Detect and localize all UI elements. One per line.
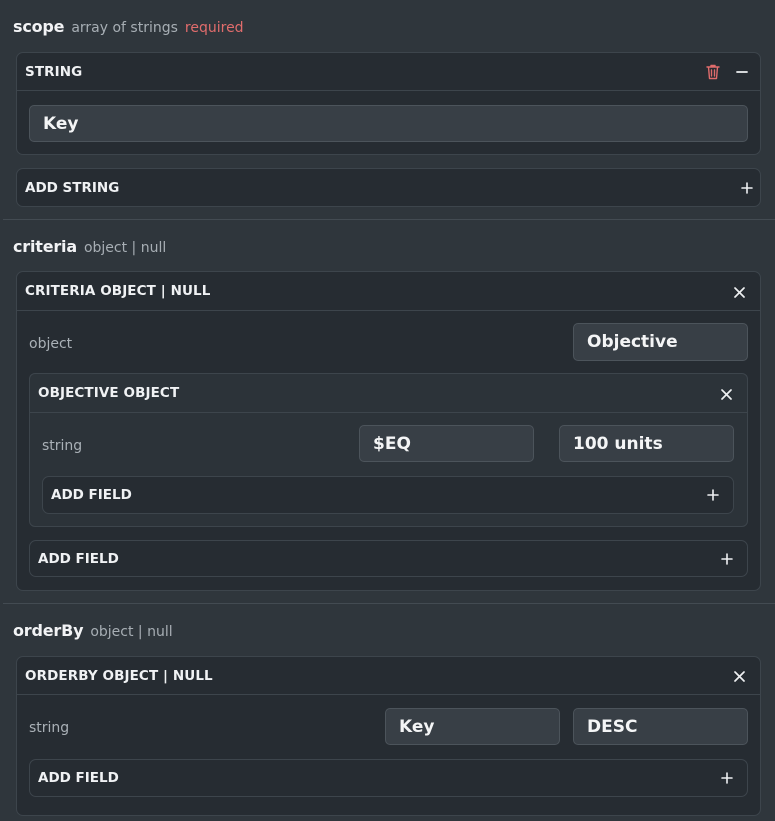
- criteria-card: CRITERIA OBJECT | NULL object Objective …: [16, 271, 761, 591]
- close-icon[interactable]: [730, 283, 748, 301]
- scope-value-input[interactable]: Key: [29, 105, 748, 142]
- card-title: ORDERBY OBJECT | NULL: [25, 667, 213, 684]
- add-field-button[interactable]: ADD FIELD: [29, 540, 748, 577]
- param-type: array of strings: [71, 20, 178, 36]
- param-name: scope: [13, 17, 65, 36]
- plus-icon: [707, 489, 719, 501]
- close-icon[interactable]: [717, 385, 735, 403]
- criteria-card-header: CRITERIA OBJECT | NULL: [17, 272, 760, 311]
- add-field-button[interactable]: ADD FIELD: [42, 476, 734, 514]
- param-name: criteria: [13, 237, 77, 256]
- criteria-header: criteria object | null: [13, 237, 166, 256]
- objective-object-card: OBJECTIVE OBJECT string $EQ 100 units AD…: [29, 373, 748, 527]
- add-string-button[interactable]: ADD STRING: [16, 168, 761, 207]
- close-icon[interactable]: [730, 667, 748, 685]
- orderby-key-input[interactable]: Key: [385, 708, 560, 745]
- add-string-label: ADD STRING: [25, 179, 120, 196]
- minus-icon[interactable]: [733, 63, 751, 81]
- plus-icon: [741, 181, 753, 194]
- trash-icon[interactable]: [704, 63, 722, 81]
- orderby-direction-input[interactable]: DESC: [573, 708, 748, 745]
- plus-icon: [721, 552, 733, 565]
- param-type: object | null: [90, 624, 173, 640]
- field-value-input[interactable]: 100 units: [559, 425, 734, 462]
- add-field-label: ADD FIELD: [38, 550, 119, 567]
- orderby-card-header: ORDERBY OBJECT | NULL: [17, 657, 760, 695]
- plus-icon: [721, 772, 733, 784]
- operator-input[interactable]: $EQ: [359, 425, 534, 462]
- section-divider: [3, 603, 775, 604]
- orderby-card: ORDERBY OBJECT | NULL string Key DESC AD…: [16, 656, 761, 816]
- item-title: STRING: [25, 63, 83, 80]
- scope-item-header: STRING: [17, 53, 760, 91]
- field-type-label: string: [42, 438, 83, 454]
- scope-header: scope array of strings required: [13, 17, 244, 36]
- field-type-label: string: [29, 720, 70, 736]
- param-name: orderBy: [13, 621, 84, 640]
- add-field-label: ADD FIELD: [38, 770, 119, 786]
- object-label: object: [29, 336, 73, 352]
- required-badge: required: [184, 20, 244, 36]
- objective-title: OBJECTIVE OBJECT: [38, 385, 180, 401]
- objective-card-header: OBJECTIVE OBJECT: [30, 374, 747, 413]
- object-type-select[interactable]: Objective: [573, 323, 748, 361]
- param-type: object | null: [83, 240, 167, 256]
- card-title: CRITERIA OBJECT | NULL: [25, 283, 211, 299]
- orderby-header: orderBy object | null: [13, 621, 173, 640]
- add-field-button[interactable]: ADD FIELD: [29, 759, 748, 797]
- scope-item-card: STRING Key: [16, 52, 761, 155]
- add-field-label: ADD FIELD: [51, 487, 132, 503]
- section-divider: [3, 219, 775, 220]
